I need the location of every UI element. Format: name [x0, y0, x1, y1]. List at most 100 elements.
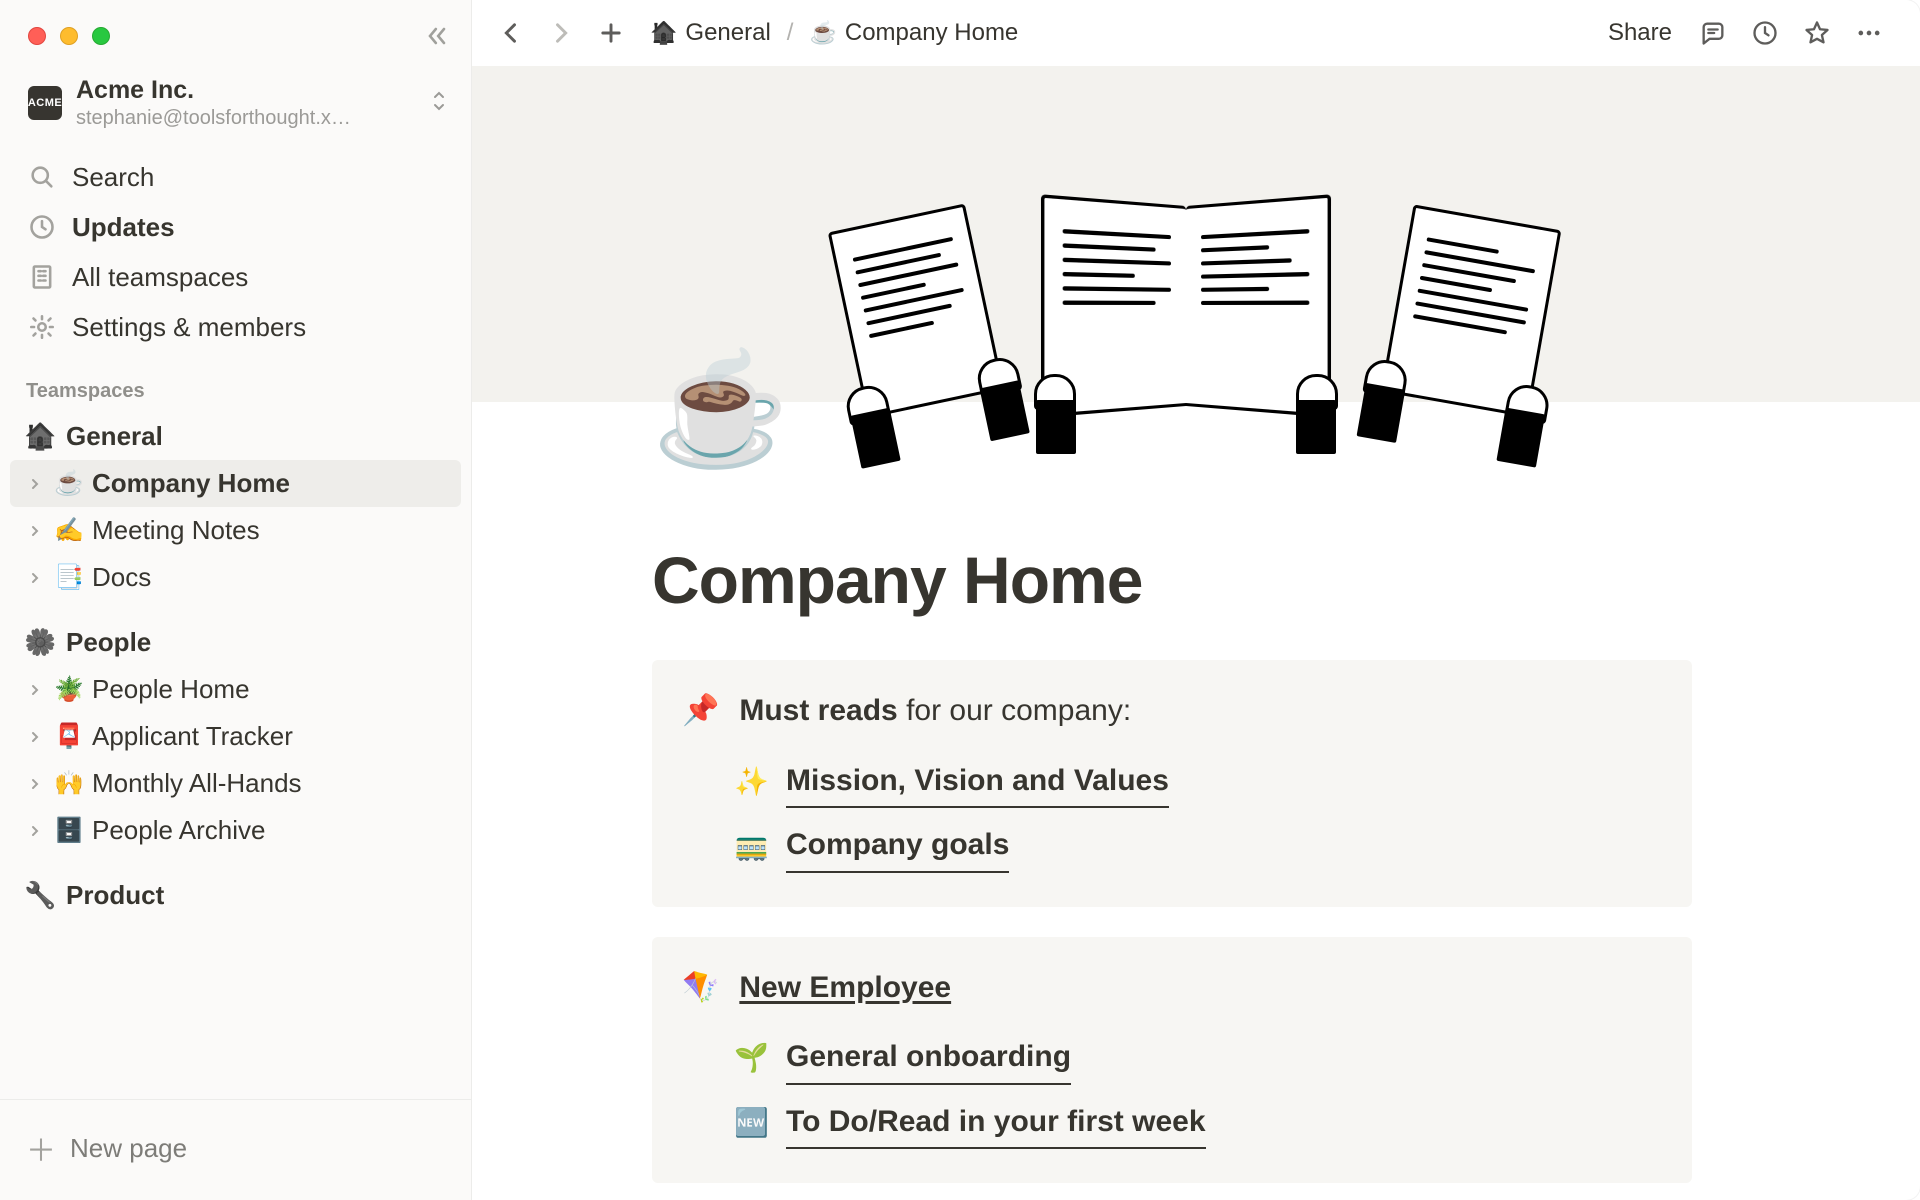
sidebar-collapse-button[interactable] [423, 22, 451, 50]
chevron-right-icon[interactable] [24, 726, 46, 748]
teamspace-general: 🏠 General ☕ Company Home ✍️ Meeting Notes 📑 D… [0, 413, 471, 601]
page-emoji-icon: 🪴 [54, 675, 84, 704]
comments-button[interactable] [1692, 12, 1734, 54]
link-emoji-icon: 🌱 [734, 1035, 768, 1081]
callout-link-label: Mission, Vision and Values [786, 756, 1169, 809]
callout-emoji-icon: 🪁 [682, 963, 719, 1013]
window-close-button[interactable] [28, 27, 46, 45]
teamspace-product-row[interactable]: 🔧 Product [10, 872, 461, 919]
sidebar-page-label: Applicant Tracker [92, 721, 293, 752]
wrench-icon: 🔧 [24, 880, 54, 911]
teamspace-people-row[interactable]: 🌼 People [10, 619, 461, 666]
breadcrumb-separator: / [787, 19, 794, 47]
flower-icon: 🌼 [24, 627, 54, 658]
nav-all-teamspaces[interactable]: All teamspaces [10, 252, 461, 302]
teamspace-general-row[interactable]: 🏠 General [10, 413, 461, 460]
nav-all-teamspaces-label: All teamspaces [72, 262, 248, 293]
sidebar-footer: ＋ New page [0, 1099, 471, 1200]
new-page-button[interactable]: ＋ New page [10, 1116, 461, 1180]
page-emoji-icon: 🙌 [54, 769, 84, 798]
chevron-right-icon[interactable] [24, 679, 46, 701]
page-title[interactable]: Company Home [652, 542, 1692, 618]
home-icon: 🏠 [24, 421, 54, 452]
building-icon [26, 261, 58, 293]
nav-updates[interactable]: Updates [10, 202, 461, 252]
nav-settings[interactable]: Settings & members [10, 302, 461, 352]
topbar: 🏠 General / ☕ Company Home Share [472, 0, 1920, 66]
sidebar-page-people-0[interactable]: 🪴 People Home [10, 666, 461, 713]
page-emoji-icon: ☕ [54, 469, 84, 498]
chevron-right-icon[interactable] [24, 773, 46, 795]
sidebar-page-people-2[interactable]: 🙌Monthly All-Hands [10, 760, 461, 807]
breadcrumb-parent-label: General [685, 19, 770, 47]
teamspace-product-label: Product [66, 880, 164, 911]
expand-collapse-icon [429, 87, 449, 120]
teamspaces-section-header: Teamspaces [0, 354, 471, 413]
clock-icon [26, 211, 58, 243]
history-button[interactable] [1744, 12, 1786, 54]
sidebar-page-label: Docs [92, 562, 151, 593]
home-icon: 🏠 [650, 20, 677, 46]
new-page-label: New page [70, 1133, 187, 1164]
callout-1[interactable]: 🪁 New Employee 🌱 General onboarding 🆕 To Do/R… [652, 937, 1692, 1184]
plus-icon: ＋ [26, 1126, 56, 1170]
window-maximize-button[interactable] [92, 27, 110, 45]
share-button[interactable]: Share [1598, 13, 1682, 53]
breadcrumb-current[interactable]: ☕ Company Home [803, 15, 1024, 51]
callout-link-1-1[interactable]: 🆕 To Do/Read in your first week [682, 1091, 1662, 1156]
breadcrumb-parent[interactable]: 🏠 General [644, 15, 777, 51]
sidebar-page-people-1[interactable]: 📮 Applicant Tracker [10, 713, 461, 760]
sidebar-page-general-1[interactable]: ✍️ Meeting Notes [10, 507, 461, 554]
callout-link-0-1[interactable]: 🚃 Company goals [682, 814, 1662, 879]
favorite-button[interactable] [1796, 12, 1838, 54]
teamspace-people-label: People [66, 627, 151, 658]
cover-illustration [846, 186, 1546, 406]
callout-link-label: General onboarding [786, 1032, 1071, 1085]
callout-link-0-0[interactable]: ✨ Mission, Vision and Values [682, 750, 1662, 815]
breadcrumb-current-label: Company Home [845, 19, 1018, 47]
more-button[interactable] [1848, 12, 1890, 54]
sidebar-page-label: People Home [92, 674, 250, 705]
page-content: Company Home 📌 Must reads for our company… [472, 402, 1920, 1200]
chevron-right-icon[interactable] [24, 520, 46, 542]
callout-emoji-icon: 📌 [682, 686, 719, 736]
page-emoji-icon: 📮 [54, 722, 84, 751]
coffee-icon: ☕ [809, 20, 836, 46]
page-emoji-icon: 📑 [54, 563, 84, 592]
sidebar-page-label: Meeting Notes [92, 515, 260, 546]
callout-heading[interactable]: New Employee [739, 963, 951, 1013]
teamspace-product: 🔧 Product [0, 872, 471, 919]
window-minimize-button[interactable] [60, 27, 78, 45]
link-emoji-icon: 🚃 [734, 823, 768, 869]
gear-icon [26, 311, 58, 343]
chevron-right-icon[interactable] [24, 473, 46, 495]
link-emoji-icon: ✨ [734, 759, 768, 805]
sidebar-page-general-0[interactable]: ☕ Company Home [10, 460, 461, 507]
nav-forward-button[interactable] [540, 12, 582, 54]
workspace-email: stephanie@toolsforthought.x… [76, 107, 351, 130]
main-area: 🏠 General / ☕ Company Home Share [472, 0, 1920, 1200]
workspace-switcher[interactable]: ACME Acme Inc. stephanie@toolsforthought… [0, 68, 471, 144]
callout-0[interactable]: 📌 Must reads for our company: ✨ Mission, Vi… [652, 660, 1692, 907]
sidebar: ACME Acme Inc. stephanie@toolsforthought… [0, 0, 472, 1200]
chevron-right-icon[interactable] [24, 820, 46, 842]
page-emoji-icon: ✍️ [54, 516, 84, 545]
nav-back-button[interactable] [490, 12, 532, 54]
workspace-name: Acme Inc. [76, 76, 351, 105]
callout-link-label: To Do/Read in your first week [786, 1097, 1206, 1150]
sidebar-page-general-2[interactable]: 📑 Docs [10, 554, 461, 601]
window-controls [0, 0, 471, 68]
link-emoji-icon: 🆕 [734, 1100, 768, 1146]
sidebar-page-label: Company Home [92, 468, 290, 499]
sidebar-page-people-3[interactable]: 🗄️People Archive [10, 807, 461, 854]
page-cover[interactable]: ☕ [472, 66, 1920, 402]
new-tab-button[interactable] [590, 12, 632, 54]
callout-link-1-0[interactable]: 🌱 General onboarding [682, 1026, 1662, 1091]
nav-search[interactable]: Search [10, 152, 461, 202]
callout-heading: Must reads for our company: [739, 686, 1131, 736]
topbar-actions: Share [1598, 12, 1890, 54]
chevron-right-icon[interactable] [24, 567, 46, 589]
workspace-badge-icon: ACME [28, 86, 62, 120]
search-icon [26, 161, 58, 193]
callout-link-label: Company goals [786, 820, 1009, 873]
